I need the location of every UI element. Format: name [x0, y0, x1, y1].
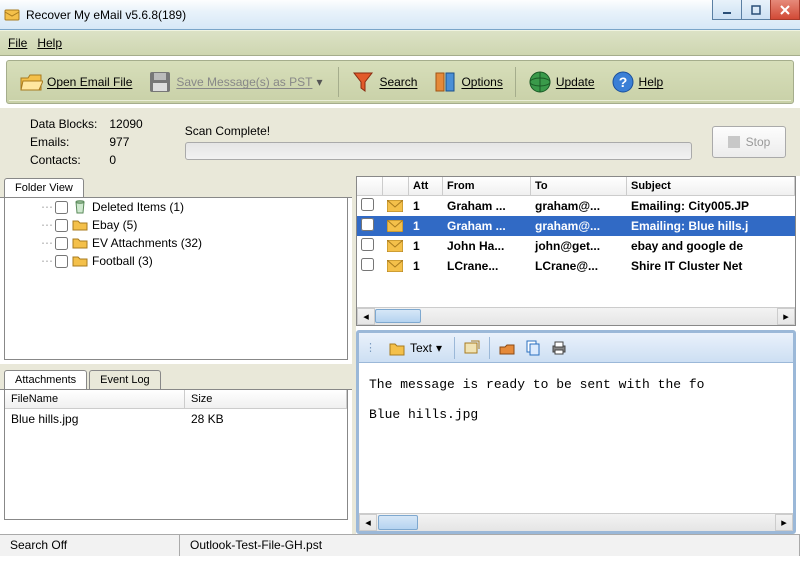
col-size[interactable]: Size [185, 390, 347, 408]
toolbar-grip-icon: ⋮ [365, 341, 376, 354]
col-filename[interactable]: FileName [5, 390, 185, 408]
scan-status-label: Scan Complete! [185, 124, 692, 138]
tab-eventlog[interactable]: Event Log [89, 370, 161, 389]
email-checkbox[interactable] [361, 258, 374, 271]
mail-icon [387, 260, 405, 272]
scroll-left-icon[interactable]: ◂ [357, 308, 375, 325]
mail-icon [387, 240, 405, 252]
folder-checkbox[interactable] [55, 237, 68, 250]
toolbar-separator [338, 67, 339, 97]
menu-file[interactable]: File [8, 36, 27, 50]
globe-icon [528, 70, 552, 94]
preview-hscroll[interactable]: ◂ ▸ [359, 513, 793, 531]
folder-tab-strip: Folder View [0, 176, 352, 198]
save-attach-icon[interactable] [498, 339, 516, 357]
scroll-right-icon[interactable]: ▸ [777, 308, 795, 325]
scroll-thumb[interactable] [375, 309, 421, 323]
close-button[interactable] [770, 0, 800, 20]
attach-tab-strip: Attachments Event Log [0, 368, 352, 390]
progress-bar [185, 142, 692, 160]
folder-icon [72, 235, 88, 251]
col-att[interactable]: Att [409, 177, 443, 195]
status-file: Outlook-Test-File-GH.pst [180, 535, 800, 556]
col-from[interactable]: From [443, 177, 531, 195]
menu-help[interactable]: Help [37, 36, 62, 50]
open-external-icon[interactable] [463, 339, 481, 357]
update-button[interactable]: Update [522, 66, 601, 98]
minimize-button[interactable] [712, 0, 742, 20]
preview-pane: ⋮ Text ▾ The message is ready to be sent… [356, 330, 796, 534]
open-file-icon [19, 70, 43, 94]
tree-item: ⋯Deleted Items (1) [5, 198, 347, 216]
dropdown-icon[interactable]: ▾ [316, 75, 326, 89]
maximize-button[interactable] [741, 0, 771, 20]
stop-button[interactable]: Stop [712, 126, 786, 158]
folder-icon [72, 253, 88, 269]
folder-checkbox[interactable] [55, 201, 68, 214]
email-row[interactable]: 1 LCrane... LCrane@... Shire IT Cluster … [357, 256, 795, 276]
preview-body[interactable]: The message is ready to be sent with the… [359, 363, 793, 513]
stats-panel: Data Blocks:12090 Emails:977 Contacts:0 [28, 114, 155, 170]
open-email-button[interactable]: Open Email File [13, 66, 138, 98]
mail-icon [387, 200, 405, 212]
folder-checkbox[interactable] [55, 255, 68, 268]
folder-checkbox[interactable] [55, 219, 68, 232]
menu-bar: File Help [0, 30, 800, 56]
stop-icon [728, 136, 740, 148]
attachment-row[interactable]: Blue hills.jpg 28 KB [5, 409, 347, 429]
email-checkbox[interactable] [361, 238, 374, 251]
attachments-list[interactable]: FileName Size Blue hills.jpg 28 KB [4, 390, 348, 520]
status-bar: Search Off Outlook-Test-File-GH.pst [0, 534, 800, 556]
tree-item: ⋯EV Attachments (32) [5, 234, 347, 252]
tree-item: ⋯Ebay (5) [5, 216, 347, 234]
chevron-down-icon: ▾ [436, 341, 442, 355]
email-row[interactable]: 1 John Ha... john@get... ebay and google… [357, 236, 795, 256]
toolbar: Open Email File Save Message(s) as PST ▾… [6, 60, 794, 104]
folder-tree[interactable]: ⋯Deleted Items (1) ⋯Ebay (5) ⋯EV Attachm… [4, 198, 348, 360]
window-title: Recover My eMail v5.6.8(189) [26, 8, 186, 22]
save-icon [148, 70, 172, 94]
stats-row: Data Blocks:12090 Emails:977 Contacts:0 … [0, 108, 800, 176]
trash-icon [72, 199, 88, 215]
search-button[interactable]: Search [345, 66, 423, 98]
tree-item: ⋯Football (3) [5, 252, 347, 270]
email-checkbox[interactable] [361, 218, 374, 231]
email-list[interactable]: Att From To Subject 1 Graham ... graham@… [356, 176, 796, 326]
help-icon: ? [611, 70, 635, 94]
svg-text:?: ? [618, 74, 627, 90]
print-icon[interactable] [550, 339, 568, 357]
tab-attachments[interactable]: Attachments [4, 370, 87, 389]
copy-icon[interactable] [524, 339, 542, 357]
col-subject[interactable]: Subject [627, 177, 795, 195]
document-icon [388, 339, 406, 357]
funnel-icon [351, 70, 375, 94]
email-row[interactable]: 1 Graham ... graham@... Emailing: City00… [357, 196, 795, 216]
app-icon [4, 7, 20, 23]
preview-toolbar: ⋮ Text ▾ [359, 333, 793, 363]
email-checkbox[interactable] [361, 198, 374, 211]
options-button[interactable]: Options [427, 66, 508, 98]
tab-folder-view[interactable]: Folder View [4, 178, 84, 197]
mail-icon [387, 220, 405, 232]
toolbar-separator [515, 67, 516, 97]
email-hscroll[interactable]: ◂ ▸ [357, 307, 795, 325]
status-search: Search Off [0, 535, 180, 556]
help-button[interactable]: ? Help [605, 66, 670, 98]
options-icon [433, 70, 457, 94]
save-pst-button[interactable]: Save Message(s) as PST ▾ [142, 66, 332, 98]
title-bar: Recover My eMail v5.6.8(189) [0, 0, 800, 30]
text-view-button[interactable]: Text ▾ [384, 337, 446, 359]
folder-icon [72, 217, 88, 233]
col-to[interactable]: To [531, 177, 627, 195]
email-row[interactable]: 1 Graham ... graham@... Emailing: Blue h… [357, 216, 795, 236]
email-header: Att From To Subject [357, 177, 795, 196]
